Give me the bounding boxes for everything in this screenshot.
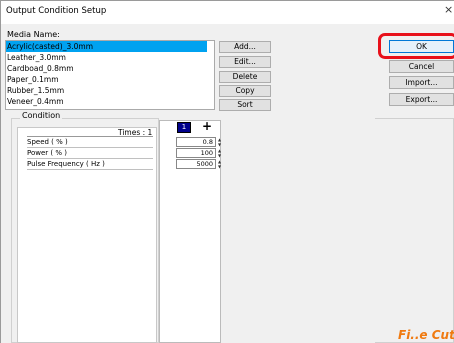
media-name-label: Media Name: (7, 30, 60, 39)
delete-button[interactable]: Delete (219, 71, 271, 83)
window-title: Output Condition Setup (6, 6, 107, 16)
add-button[interactable]: Add... (219, 41, 271, 53)
row-speed: Speed ( % ) (27, 137, 153, 148)
export-button[interactable]: Export... (389, 93, 454, 106)
power-spin-arrows[interactable]: ▲ ▼ (217, 148, 222, 158)
media-list-item[interactable]: Leather_3.0mm (6, 52, 214, 63)
media-list[interactable]: Acrylic(casted)_3.0mm Leather_3.0mm Card… (5, 40, 215, 110)
window-border-left (0, 0, 1, 343)
copy-button[interactable]: Copy (219, 85, 271, 97)
media-list-item[interactable]: Paper_0.1mm (6, 74, 214, 85)
edit-button[interactable]: Edit... (219, 56, 271, 68)
cancel-button[interactable]: Cancel (389, 60, 454, 73)
add-column-icon[interactable]: + (202, 120, 212, 132)
condition-label: Condition (20, 111, 63, 120)
media-list-item[interactable]: Rubber_1.5mm (6, 85, 214, 96)
import-button[interactable]: Import... (389, 76, 454, 89)
speed-input[interactable]: 0.8 (176, 137, 216, 147)
column-number-badge[interactable]: 1 (177, 122, 191, 133)
row-power: Power ( % ) (27, 148, 153, 159)
row-pulse-frequency: Pulse Frequency ( Hz ) (27, 159, 153, 170)
media-list-item[interactable]: Acrylic(casted)_3.0mm (6, 41, 207, 52)
pulse-frequency-input[interactable]: 5000 (176, 159, 216, 169)
close-icon[interactable]: × (444, 3, 453, 16)
media-list-item[interactable]: Veneer_0.4mm (6, 96, 214, 107)
power-input[interactable]: 100 (176, 148, 216, 158)
brand-logo: Fi..e Cut S (398, 328, 454, 342)
media-list-item[interactable]: Cardboad_0.8mm (6, 63, 214, 74)
speed-spin-arrows[interactable]: ▲ ▼ (217, 137, 222, 147)
pulse-frequency-spin-arrows[interactable]: ▲ ▼ (217, 159, 222, 169)
sort-button[interactable]: Sort (219, 99, 271, 111)
ok-highlight-ring (378, 33, 454, 59)
